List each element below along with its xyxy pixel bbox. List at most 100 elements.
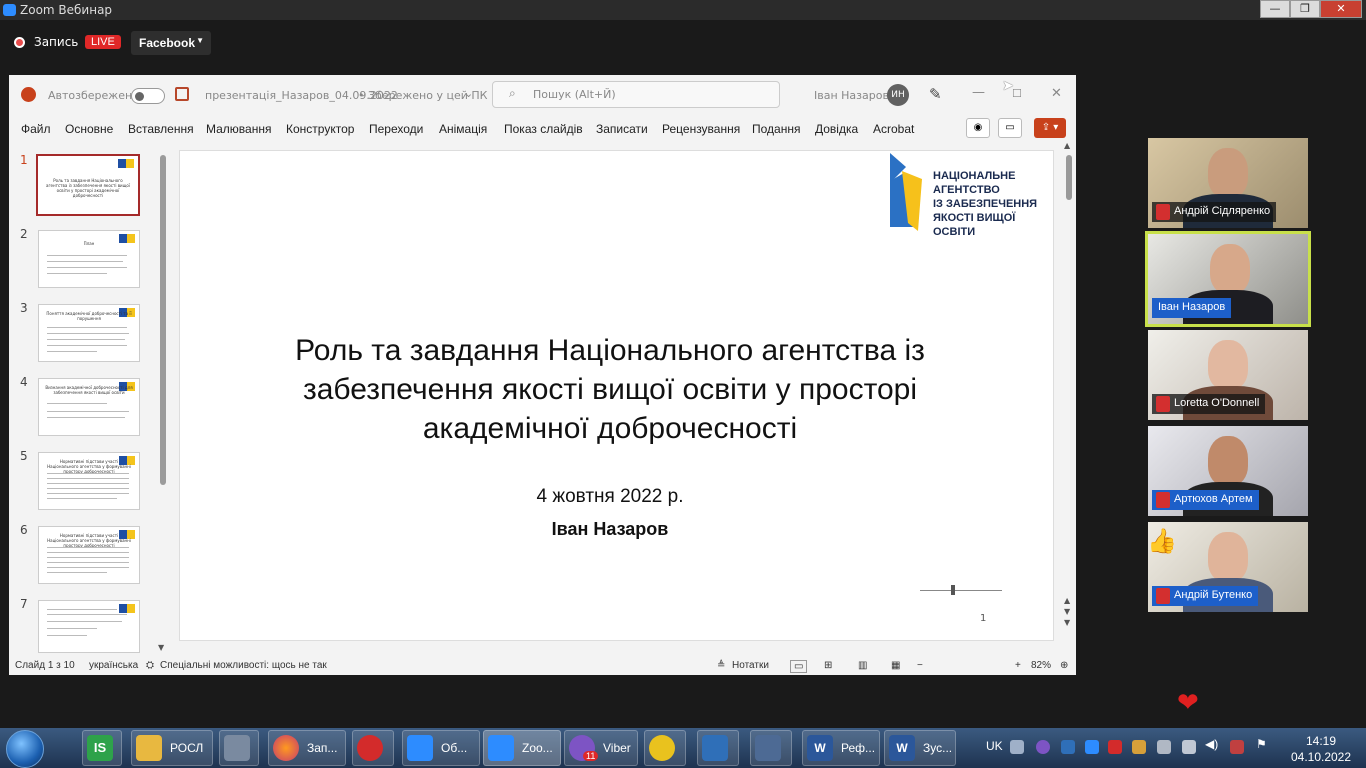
avatar[interactable]: ИН xyxy=(887,84,909,106)
slide-scrollbar-handle[interactable] xyxy=(1066,155,1072,200)
menu-record[interactable]: Записати xyxy=(596,122,648,136)
taskbar-app[interactable] xyxy=(750,730,792,766)
menu-file[interactable]: Файл xyxy=(21,122,51,136)
close-button[interactable]: ✕ xyxy=(1320,0,1362,18)
slide-thumb-3[interactable]: Поняття академічної доброчесності та її … xyxy=(38,304,140,362)
slide-date: 4 жовтня 2022 р. xyxy=(536,486,684,507)
menu-insert[interactable]: Вставлення xyxy=(128,122,194,136)
participant-tile[interactable]: Андрій Сідляренко xyxy=(1148,138,1308,228)
slide-sorter-icon[interactable]: ⊞ xyxy=(824,660,832,671)
minimize-button[interactable]: — xyxy=(1260,0,1290,18)
slide-canvas[interactable]: НАЦІОНАЛЬНЕ АГЕНТСТВО ІЗ ЗАБЕЗПЕЧЕННЯ ЯК… xyxy=(179,150,1054,641)
ppt-close-icon[interactable]: ✕ xyxy=(1051,86,1062,101)
taskbar-app[interactable] xyxy=(219,730,259,766)
pen-icon[interactable]: ✎ xyxy=(929,85,942,103)
slide-thumb-2[interactable]: План xyxy=(38,230,140,288)
scroll-down-icon[interactable]: ▲ ▼ ▼ xyxy=(1064,595,1070,628)
taskbar-app[interactable] xyxy=(697,730,739,766)
taskbar-zoom[interactable]: Zoo... xyxy=(483,730,561,766)
menu-acrobat[interactable]: Acrobat xyxy=(873,122,914,136)
taskbar-zoom-meeting[interactable]: Об... xyxy=(402,730,480,766)
slide-thumb-1[interactable]: Роль та завдання Національного агентства… xyxy=(36,154,140,216)
menu-review[interactable]: Рецензування xyxy=(662,122,740,136)
share-button[interactable]: ⇪ ▾ xyxy=(1034,118,1066,138)
muted-mic-icon xyxy=(1156,204,1170,220)
thumb-number: 4 xyxy=(20,375,28,389)
record-button[interactable]: ◉ xyxy=(966,118,990,138)
zoom-slider-handle[interactable] xyxy=(951,585,955,595)
language[interactable]: українська xyxy=(89,660,138,671)
taskbar-word[interactable]: W Зус... xyxy=(884,730,956,766)
flag-icon[interactable]: ⚑ xyxy=(1256,737,1267,751)
zoom-percent[interactable]: 82% xyxy=(1031,660,1051,671)
fit-slide-icon[interactable]: ⊕ xyxy=(1060,660,1068,671)
accessibility-status[interactable]: Спеціальні можливості: щось не так xyxy=(160,660,327,671)
notes-button[interactable]: Нотатки xyxy=(732,660,769,671)
participant-tile[interactable]: Артюхов Артем xyxy=(1148,426,1308,516)
record-label[interactable]: Запись xyxy=(34,35,78,49)
notes-icon[interactable]: ≜ xyxy=(717,660,725,671)
scroll-up-icon[interactable]: ▲ xyxy=(1064,141,1070,150)
record-tray-icon[interactable] xyxy=(1108,740,1122,754)
reading-view-icon[interactable]: ▥ xyxy=(858,660,867,671)
volume-icon[interactable]: ◀) xyxy=(1205,737,1218,751)
network-icon[interactable] xyxy=(1182,740,1196,754)
save-icon[interactable] xyxy=(175,87,189,101)
menu-animations[interactable]: Анімація xyxy=(439,122,487,136)
normal-view-icon[interactable]: ▭ xyxy=(790,660,808,673)
menu-transitions[interactable]: Переходи xyxy=(369,122,423,136)
slide-thumb-7[interactable] xyxy=(38,600,140,653)
zoom-icon xyxy=(488,735,514,761)
taskbar-firefox[interactable]: Зап... xyxy=(268,730,346,766)
app-tray-icon[interactable] xyxy=(1132,740,1146,754)
security-icon[interactable] xyxy=(1061,740,1075,754)
menu-design[interactable]: Конструктор xyxy=(286,122,354,136)
comments-button[interactable]: ▭ xyxy=(998,118,1022,138)
menu-view[interactable]: Подання xyxy=(752,122,800,136)
zoom-out-icon[interactable]: − xyxy=(917,660,923,671)
taskbar-word[interactable]: W Реф... xyxy=(802,730,880,766)
taskbar-app[interactable]: IS xyxy=(82,730,122,766)
viber-badge: 11 xyxy=(583,751,599,761)
ribbon-menu: Файл Основне Вставлення Малювання Констр… xyxy=(9,115,1076,143)
chevron-down-icon[interactable]: ⌄ xyxy=(464,87,473,100)
slide-thumb-5[interactable]: Нормативні підстави участі Національного… xyxy=(38,452,140,510)
autosave-toggle[interactable] xyxy=(131,88,165,104)
accessibility-icon[interactable]: ⛭ xyxy=(146,660,154,671)
menu-help[interactable]: Довідка xyxy=(815,122,858,136)
taskbar-app[interactable] xyxy=(644,730,686,766)
ppt-minimize-icon[interactable]: — xyxy=(972,85,985,100)
keyboard-icon[interactable] xyxy=(1010,740,1024,754)
stream-target-dropdown[interactable]: Facebook ▼ xyxy=(131,31,211,55)
monitor-tray-icon[interactable] xyxy=(1157,740,1171,754)
taskbar-folder[interactable]: РОСЛ xyxy=(131,730,213,766)
viber-tray-icon[interactable] xyxy=(1036,740,1050,754)
search-input[interactable]: ⌕ Пошук (Alt+Й) xyxy=(492,81,780,108)
zoom-slider[interactable] xyxy=(920,590,1002,591)
window-title: Zoom Вебинар xyxy=(20,3,113,17)
taskbar-viber[interactable]: 11 Viber xyxy=(564,730,638,766)
naqa-logo-text: НАЦІОНАЛЬНЕ АГЕНТСТВО ІЗ ЗАБЕЗПЕЧЕННЯ ЯК… xyxy=(933,170,1038,238)
slide-scrollbar[interactable] xyxy=(1065,150,1075,640)
slideshow-icon[interactable]: ▦ xyxy=(891,660,900,671)
participant-tile[interactable]: Loretta O'Donnell xyxy=(1148,330,1308,420)
menu-slideshow[interactable]: Показ слайдів xyxy=(504,122,583,136)
participant-tile-active[interactable]: Іван Назаров xyxy=(1145,231,1311,327)
start-button[interactable] xyxy=(6,730,44,768)
scroll-down-icon[interactable]: ▼ xyxy=(158,643,164,652)
muted-mic-icon xyxy=(1156,396,1170,412)
language-indicator[interactable]: UK xyxy=(986,739,1003,753)
menu-draw[interactable]: Малювання xyxy=(206,122,271,136)
slide-thumb-6[interactable]: Нормативні підстави участі Національного… xyxy=(38,526,140,584)
taskbar-app[interactable] xyxy=(352,730,394,766)
menu-home[interactable]: Основне xyxy=(65,122,113,136)
clock[interactable]: 14:19 04.10.2022 xyxy=(1282,733,1360,765)
slide-thumb-4[interactable]: Визнання академічної доброчесності для з… xyxy=(38,378,140,436)
thumb-scrollbar-handle[interactable] xyxy=(160,155,166,485)
remote-desktop-icon xyxy=(755,735,781,761)
record-icon xyxy=(14,37,25,48)
zoom-in-icon[interactable]: + xyxy=(1015,660,1021,671)
notification-icon[interactable] xyxy=(1230,740,1244,754)
maximize-button[interactable]: ❐ xyxy=(1290,0,1320,18)
zoom-tray-icon[interactable] xyxy=(1085,740,1099,754)
